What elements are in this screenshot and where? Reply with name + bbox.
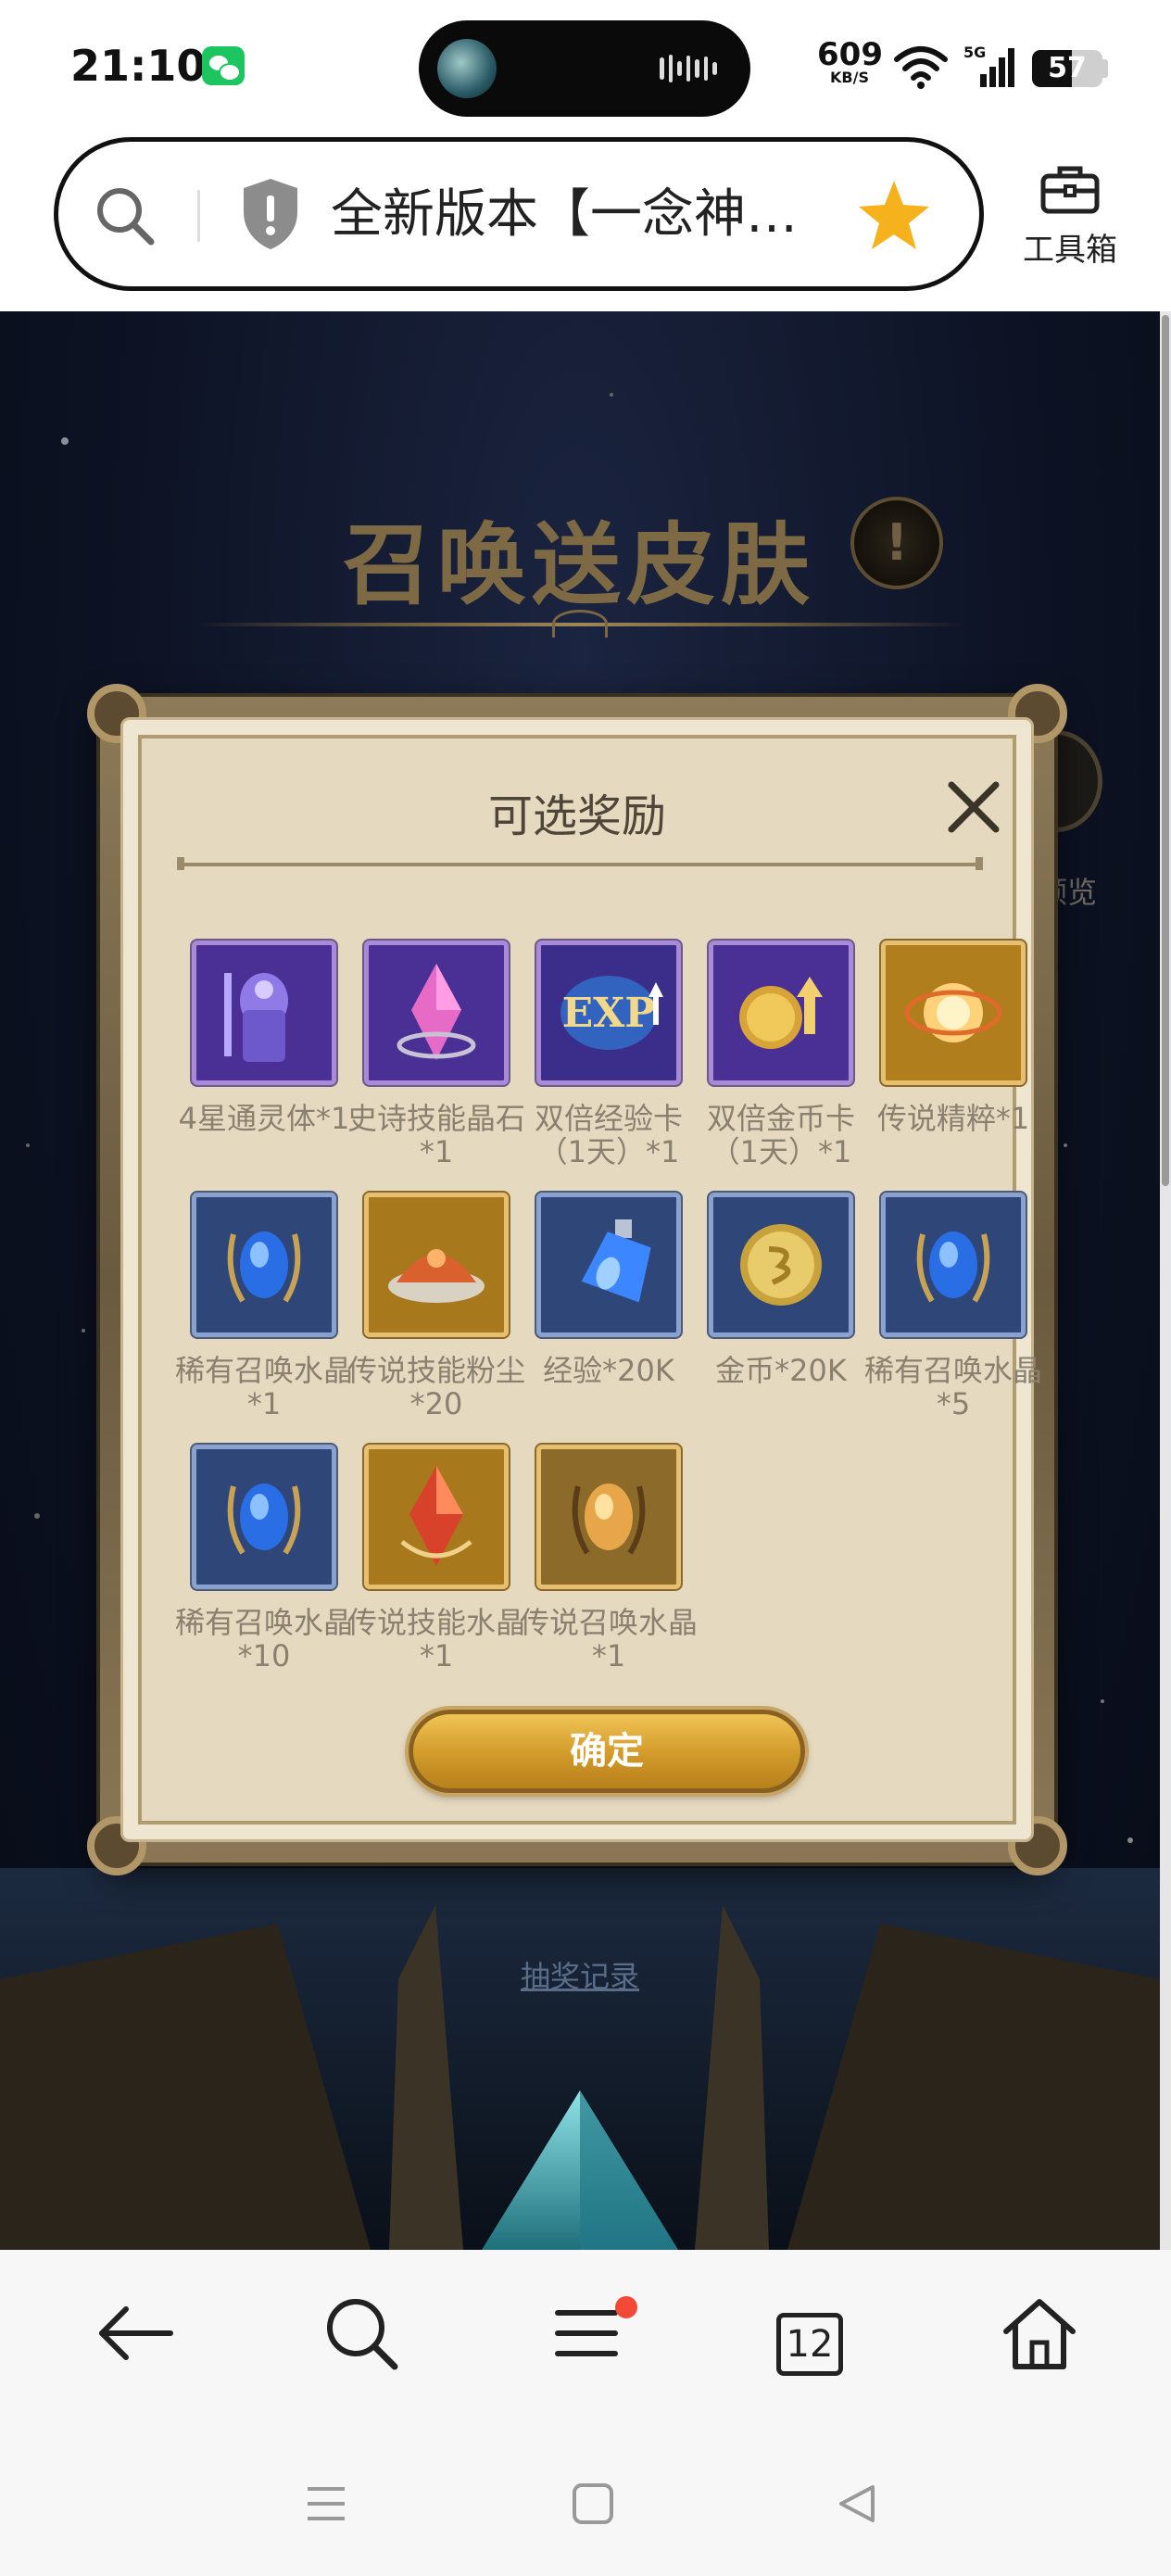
page-heading: 召唤送皮肤 (343, 512, 815, 617)
reward-label: 双倍经验卡（1天）*1 (534, 1101, 683, 1169)
clock: 21:10 (70, 41, 207, 91)
reward-label: 传说精粹*1 (876, 1101, 1030, 1136)
wechat-icon (202, 46, 245, 85)
crystal-icon (364, 941, 509, 1085)
lottery-record-link[interactable]: 抽奖记录 (0, 1953, 1160, 1996)
battery-tip (1102, 59, 1108, 78)
info-icon[interactable]: ! (850, 497, 943, 589)
reward-modal: 可选奖励 4星通灵体*1 史诗技能晶石*1 EXP 双倍经验卡（1天）*1 双倍… (87, 684, 1067, 1875)
modal-title: 可选奖励 (487, 790, 666, 842)
home-square-icon[interactable] (565, 2476, 621, 2532)
address-bar[interactable]: 全新版本【一念神… (54, 137, 984, 291)
shield-icon[interactable] (240, 177, 301, 251)
reward-label: 史诗技能晶石*1 (346, 1101, 525, 1169)
knight-statue-icon (192, 941, 336, 1085)
reward-label: 传说技能粉尘*20 (346, 1353, 525, 1421)
amber-gem-icon (536, 1445, 681, 1589)
network-speed-value: 609 (817, 36, 883, 73)
search-icon[interactable] (315, 2287, 408, 2380)
toolbox-button[interactable]: 工具箱 (1010, 158, 1130, 278)
tabs-icon[interactable]: 12 (776, 2313, 843, 2376)
title-divider (177, 857, 983, 870)
potion-icon (536, 1193, 681, 1337)
reward-label: 传说技能水晶*1 (346, 1605, 525, 1673)
notification-dot (615, 2296, 637, 2318)
reward-label: 传说召唤水晶*1 (519, 1605, 698, 1673)
status-bar: 21:10 609 KB/S 5G 57 (0, 0, 1171, 139)
home-icon[interactable] (993, 2287, 1086, 2380)
battery-icon: 57 (1032, 50, 1102, 87)
recents-icon[interactable] (298, 2476, 354, 2532)
red-crystal-icon (364, 1445, 509, 1589)
audio-wave-icon (660, 54, 718, 83)
modal-panel: 可选奖励 4星通灵体*1 史诗技能晶石*1 EXP 双倍经验卡（1天）*1 双倍… (138, 735, 1042, 1825)
blue-gem-icon (881, 1193, 1026, 1337)
signal-icon: 5G (963, 44, 1014, 87)
modal-frame: 可选奖励 4星通灵体*1 史诗技能晶石*1 EXP 双倍经验卡（1天）*1 双倍… (120, 717, 1042, 1842)
gold-card-icon (709, 941, 853, 1085)
confirm-label: 确定 (570, 1730, 644, 1773)
info-icon-glyph: ! (885, 513, 909, 572)
system-nav-bar (0, 2417, 1171, 2576)
dynamic-island[interactable] (419, 20, 750, 117)
heading-ornament (552, 610, 608, 638)
reward-label: 经验*20K (543, 1353, 674, 1388)
exp-card-icon: EXP (536, 941, 681, 1085)
browser-bottom-nav (0, 2250, 1171, 2417)
blue-gem-icon (192, 1193, 336, 1337)
coin-icon (709, 1193, 853, 1337)
svg-text:EXP: EXP (562, 990, 656, 1037)
wifi-icon (894, 46, 948, 89)
reward-label: 双倍金币卡（1天）*1 (706, 1101, 855, 1169)
reward-label: 稀有召唤水晶*10 (174, 1605, 353, 1673)
back-arrow-icon[interactable] (89, 2287, 182, 2380)
close-icon[interactable] (942, 776, 1005, 839)
scrollbar-thumb[interactable] (1162, 315, 1169, 1186)
signal-label: 5G (963, 44, 986, 61)
reward-label: 4星通灵体*1 (178, 1101, 350, 1136)
network-speed: 609 KB/S (817, 36, 883, 85)
confirm-button[interactable]: 确定 (390, 1700, 824, 1802)
blue-gem-icon (192, 1445, 336, 1589)
address-divider (197, 190, 200, 242)
back-triangle-icon[interactable] (830, 2476, 886, 2532)
toolbox-icon (1040, 166, 1100, 214)
altar-stage-artwork (0, 1868, 1160, 2250)
star-icon[interactable] (855, 177, 933, 255)
reward-label: 稀有召唤水晶*1 (174, 1353, 353, 1421)
battery-level: 57 (1048, 52, 1087, 84)
essence-orb-icon (881, 941, 1026, 1085)
page-title[interactable]: 全新版本【一念神… (331, 183, 850, 247)
toolbox-label: 工具箱 (1023, 232, 1117, 269)
media-thumbnail (437, 39, 497, 98)
reward-label: 稀有召唤水晶*5 (863, 1353, 1042, 1421)
dust-bowl-icon (364, 1193, 509, 1337)
search-icon[interactable] (92, 183, 158, 249)
reward-label: 金币*20K (715, 1353, 847, 1388)
confirm-button-body: 确定 (409, 1710, 805, 1793)
